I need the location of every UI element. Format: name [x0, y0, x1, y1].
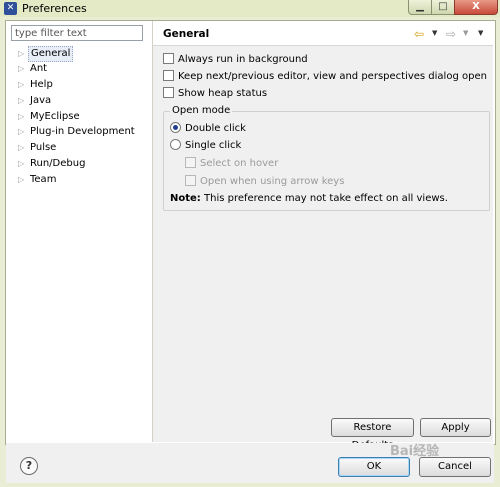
tree-item-java[interactable]: ▷ Java [18, 94, 53, 108]
minimize-button[interactable]: ▁ [408, 0, 432, 15]
checkbox-box[interactable] [163, 86, 174, 98]
radio-button[interactable] [170, 138, 181, 150]
tree-item-label: Java [30, 95, 52, 106]
tree-item-pulse[interactable]: ▷ Pulse [18, 141, 58, 155]
tree-item-run-debug[interactable]: ▷ Run/Debug [18, 157, 87, 171]
tree-item-help[interactable]: ▷ Help [18, 78, 55, 92]
back-arrow-icon[interactable]: ⇦ [414, 27, 424, 41]
tree-item-general[interactable]: ▷ General [18, 46, 74, 62]
radio-label: Double click [185, 123, 246, 134]
back-dropdown-icon[interactable]: ▼ [432, 29, 437, 37]
tree-item-label: MyEclipse [30, 111, 80, 122]
tree-item-myeclipse[interactable]: ▷ MyEclipse [18, 110, 82, 124]
checkbox-label: Open when using arrow keys [200, 176, 345, 187]
expand-arrow-icon[interactable]: ▷ [18, 173, 28, 187]
expand-arrow-icon[interactable]: ▷ [18, 157, 28, 171]
ok-button[interactable]: OK [338, 457, 410, 477]
view-menu-icon[interactable]: ▼ [478, 29, 483, 37]
single-click-radio[interactable]: Single click [170, 138, 242, 153]
double-click-radio[interactable]: Double click [170, 121, 246, 136]
tree-item-plugin-development[interactable]: ▷ Plug-in Development [18, 125, 137, 139]
open-mode-title: Open mode [170, 105, 233, 116]
expand-arrow-icon[interactable]: ▷ [18, 47, 28, 61]
checkbox-box [185, 156, 196, 168]
expand-arrow-icon[interactable]: ▷ [18, 125, 28, 139]
maximize-button[interactable]: □ [431, 0, 455, 15]
checkbox-label: Show heap status [178, 88, 268, 99]
preference-page [153, 21, 493, 442]
tree-item-ant[interactable]: ▷ Ant [18, 62, 49, 76]
expand-arrow-icon[interactable]: ▷ [18, 78, 28, 92]
filter-input[interactable] [11, 25, 143, 41]
note-body: This preference may not take effect on a… [200, 193, 448, 204]
tree-item-label: Run/Debug [30, 158, 86, 169]
open-arrow-keys-checkbox: Open when using arrow keys [185, 174, 345, 189]
expand-arrow-icon[interactable]: ▷ [18, 110, 28, 124]
checkbox-label: Always run in background [178, 54, 308, 65]
checkbox-label: Keep next/previous editor, view and pers… [178, 71, 487, 82]
forward-arrow-icon[interactable]: ⇨ [446, 27, 456, 41]
radio-label: Single click [185, 140, 242, 151]
page-title: General [163, 28, 210, 40]
expand-arrow-icon[interactable]: ▷ [18, 94, 28, 108]
always-run-background-checkbox[interactable]: Always run in background [163, 52, 308, 67]
window-title: Preferences [22, 2, 87, 15]
checkbox-box[interactable] [163, 52, 174, 64]
tree-item-team[interactable]: ▷ Team [18, 173, 58, 187]
expand-arrow-icon[interactable]: ▷ [18, 141, 28, 155]
checkbox-label: Select on hover [200, 158, 279, 169]
restore-defaults-button[interactable]: Restore Defaults [331, 418, 414, 451]
note-text: Note: This preference may not take effec… [170, 192, 448, 206]
tree-item-label: Plug-in Development [30, 126, 135, 137]
checkbox-box [185, 174, 196, 186]
cancel-button[interactable]: Cancel [419, 457, 491, 477]
eclipse-icon: ✕ [4, 2, 17, 15]
select-on-hover-checkbox: Select on hover [185, 156, 279, 171]
help-icon[interactable]: ? [20, 457, 38, 475]
tree-item-label: Team [30, 174, 57, 185]
expand-arrow-icon[interactable]: ▷ [18, 62, 28, 76]
apply-button[interactable]: Apply [420, 418, 491, 437]
close-button[interactable]: X [454, 0, 498, 15]
note-label: Note: [170, 193, 201, 204]
radio-button[interactable] [170, 121, 181, 133]
tree-item-label: Ant [30, 63, 48, 74]
show-heap-status-checkbox[interactable]: Show heap status [163, 86, 268, 101]
tree-item-label: General [28, 46, 74, 62]
keep-dialog-open-checkbox[interactable]: Keep next/previous editor, view and pers… [163, 69, 487, 84]
forward-dropdown-icon[interactable]: ▼ [463, 29, 468, 37]
tree-item-label: Pulse [30, 142, 57, 153]
tree-item-label: Help [30, 79, 53, 90]
checkbox-box[interactable] [163, 69, 174, 81]
